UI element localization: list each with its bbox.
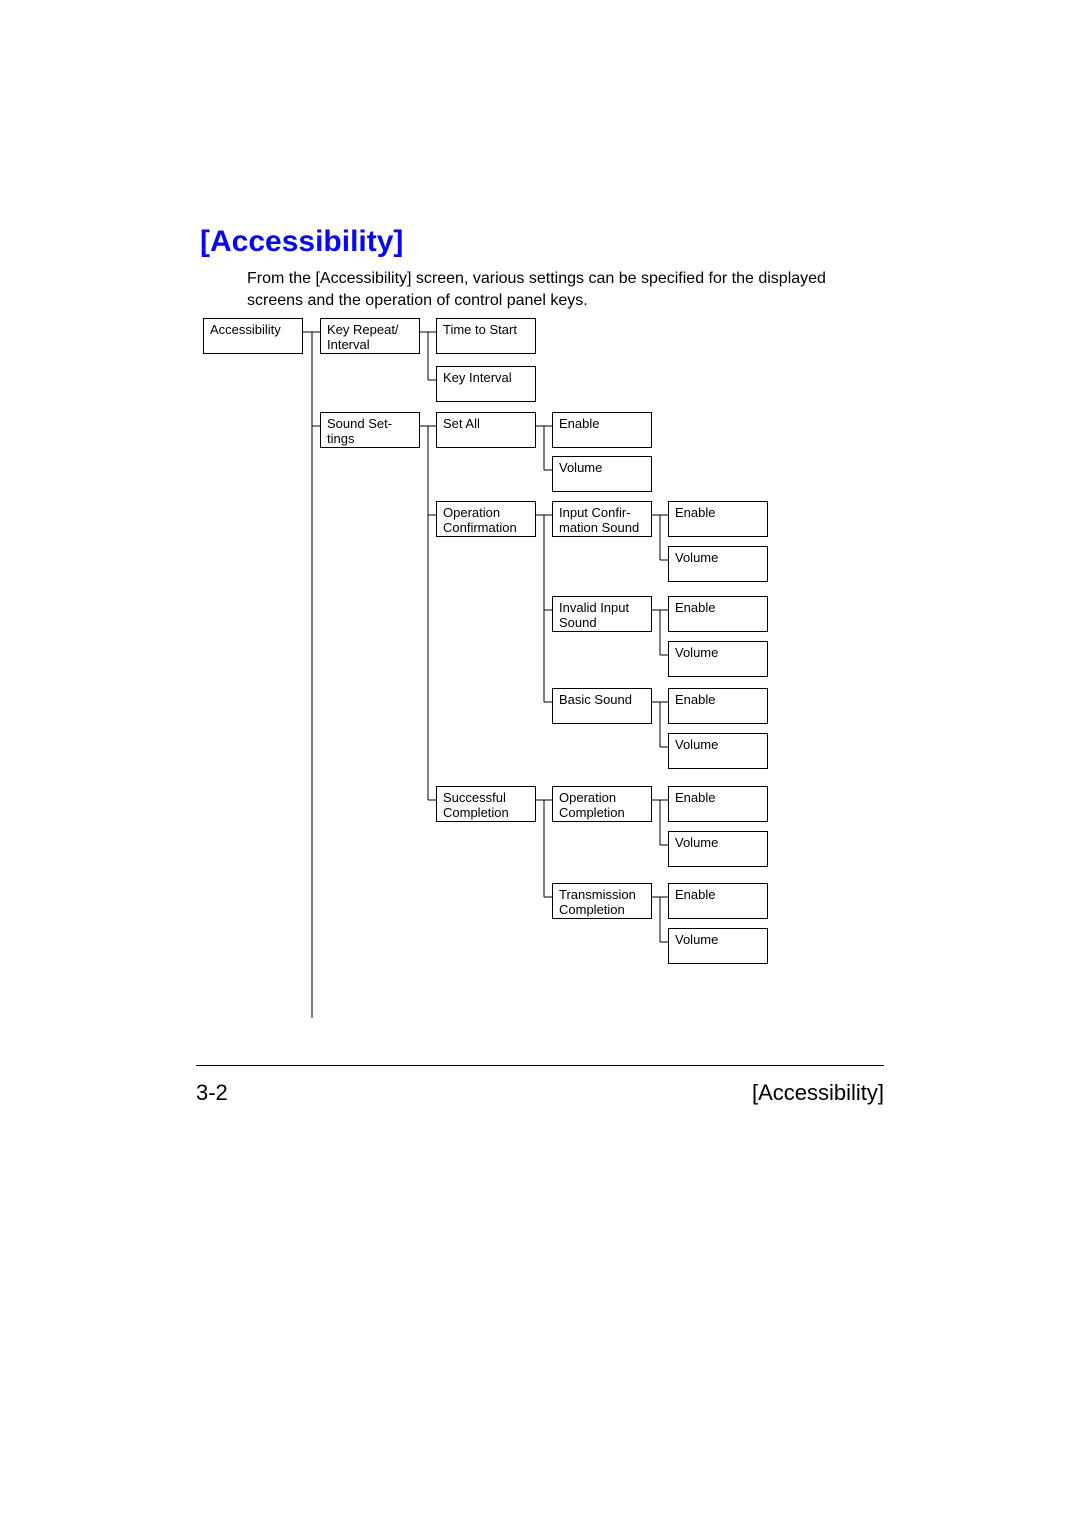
footer-rule (196, 1065, 884, 1066)
node-time-to-start: Time to Start (436, 318, 536, 354)
node-accessibility: Accessibility (203, 318, 303, 354)
node-transmission-completion: Transmission Completion (552, 883, 652, 919)
node-operation-completion: Operation Completion (552, 786, 652, 822)
tree-diagram: Accessibility Key Repeat/ Interval Sound… (0, 0, 1080, 1527)
node-sound-settings: Sound Set­tings (320, 412, 420, 448)
node-operation-completion-volume: Volume (668, 831, 768, 867)
node-invalid-input: Invalid Input Sound (552, 596, 652, 632)
node-invalid-input-enable: Enable (668, 596, 768, 632)
node-invalid-input-volume: Volume (668, 641, 768, 677)
node-key-interval: Key Interval (436, 366, 536, 402)
node-key-repeat: Key Repeat/ Interval (320, 318, 420, 354)
connector-lines (0, 0, 1080, 1527)
node-input-confirm-enable: Enable (668, 501, 768, 537)
node-set-all: Set All (436, 412, 536, 448)
node-input-confirmation: Input Confir­mation Sound (552, 501, 652, 537)
node-operation-completion-enable: Enable (668, 786, 768, 822)
node-basic-sound-enable: Enable (668, 688, 768, 724)
node-set-all-enable: Enable (552, 412, 652, 448)
footer-section-title: [Accessibility] (752, 1080, 884, 1106)
page-number: 3-2 (196, 1080, 228, 1106)
node-operation-confirmation: Operation Confirmation (436, 501, 536, 537)
node-basic-sound: Basic Sound (552, 688, 652, 724)
node-input-confirm-volume: Volume (668, 546, 768, 582)
node-transmission-completion-volume: Volume (668, 928, 768, 964)
node-set-all-volume: Volume (552, 456, 652, 492)
node-transmission-completion-enable: Enable (668, 883, 768, 919)
node-successful-completion: Successful Completion (436, 786, 536, 822)
node-basic-sound-volume: Volume (668, 733, 768, 769)
manual-page: [Accessibility] From the [Accessibility]… (0, 0, 1080, 1527)
